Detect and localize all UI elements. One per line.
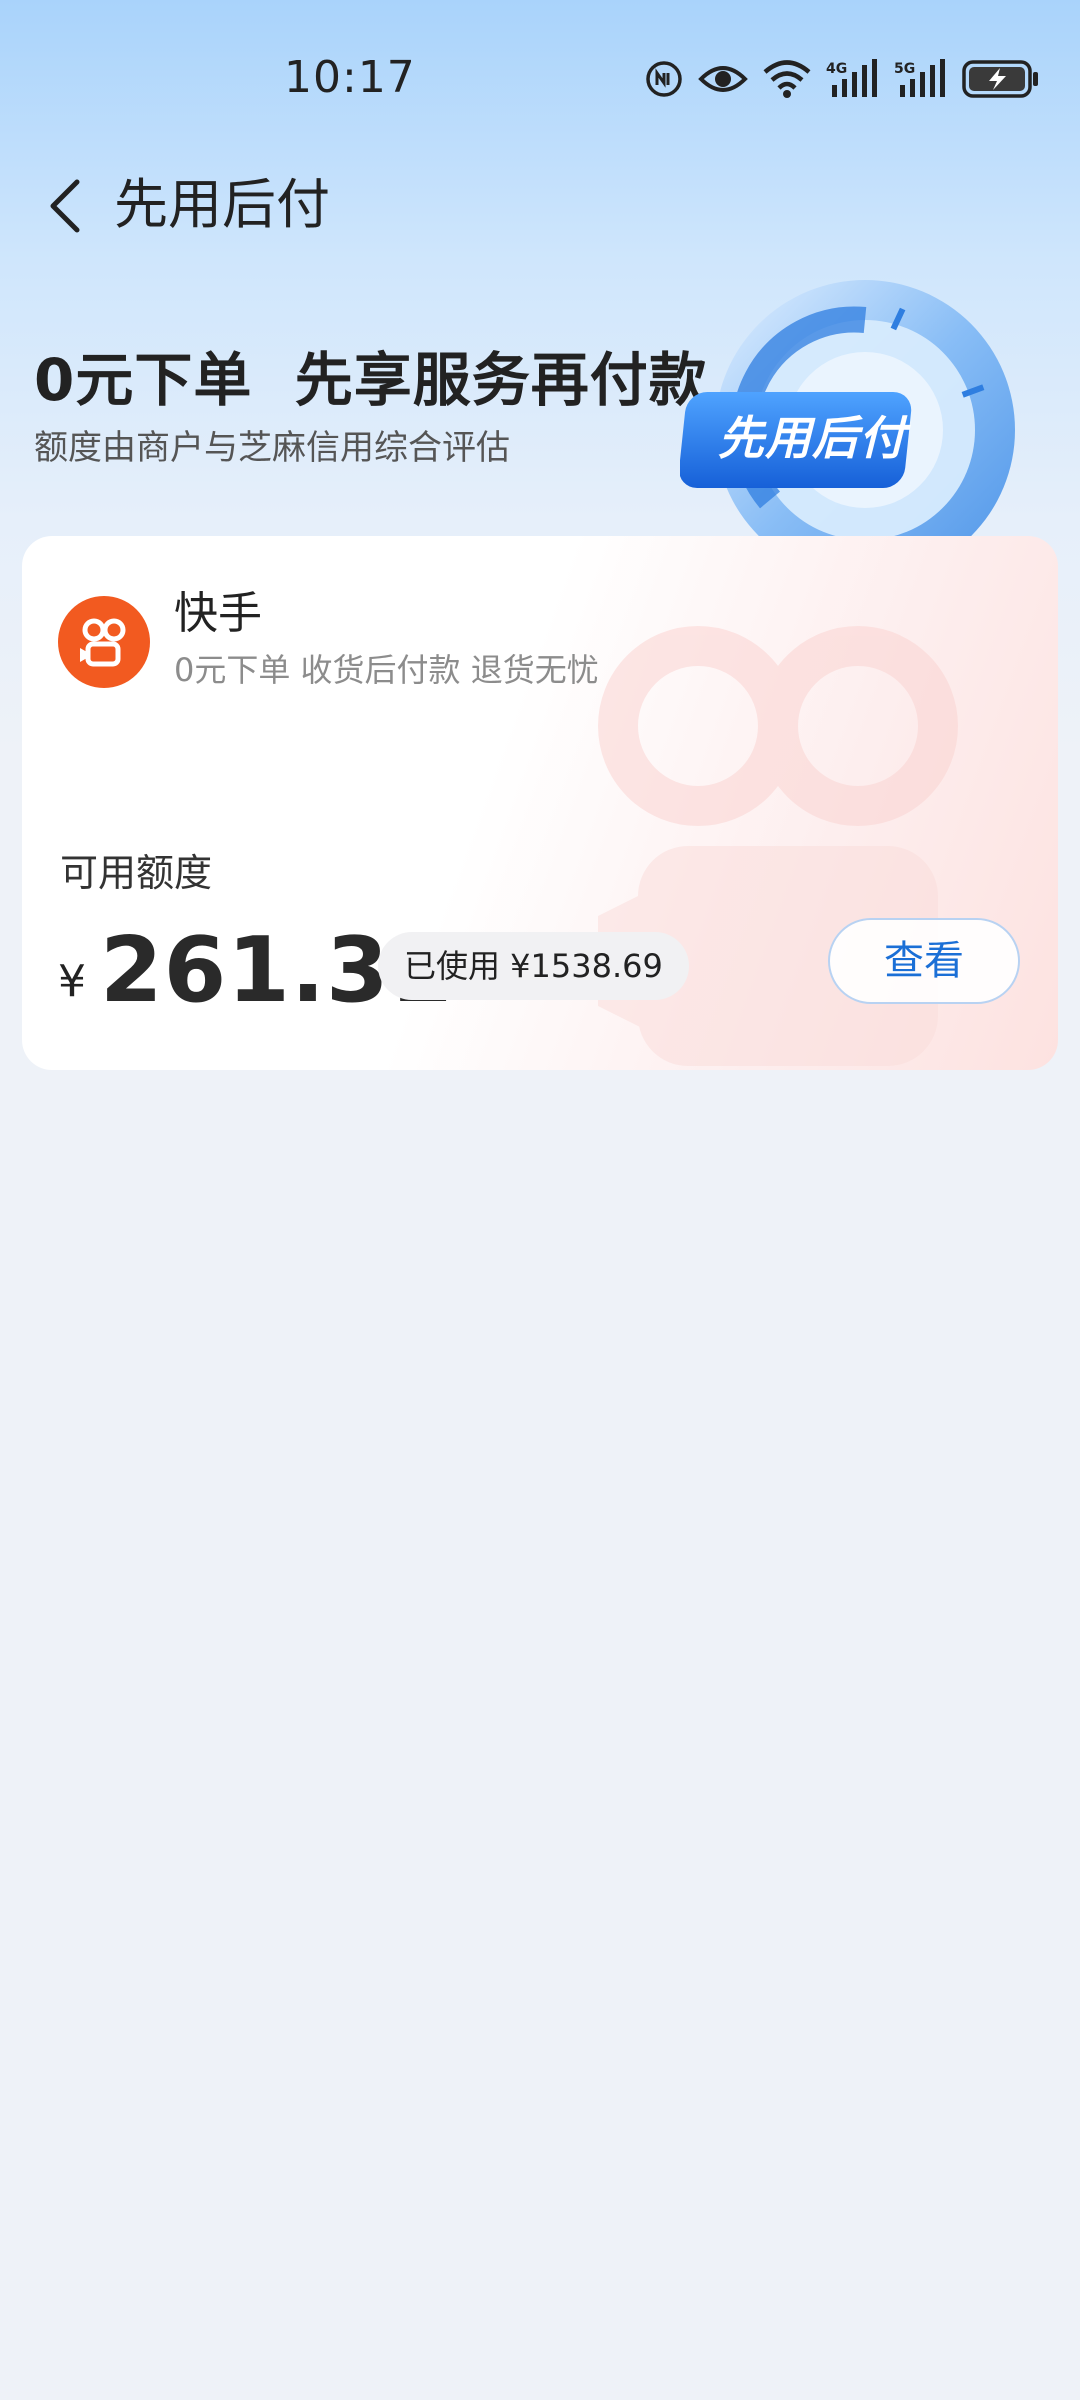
chevron-left-icon	[50, 179, 80, 233]
header: 先用后付	[0, 160, 1080, 250]
merchant-credit-card[interactable]: 快手 0元下单 收货后付款 退货无忧 可用额度 ¥ 261.31 已使用 ¥15…	[22, 536, 1058, 1070]
used-amount-badge: 已使用 ¥1538.69	[378, 932, 689, 1000]
status-bar: 10:17 4G 5G	[0, 0, 1080, 150]
merchant-name: 快手	[174, 588, 262, 639]
page-title: 先用后付	[114, 173, 330, 236]
hero-title: 0元下单 先享服务再付款	[34, 346, 708, 414]
status-time: 10:17	[284, 52, 416, 103]
svg-text:5G: 5G	[894, 61, 915, 77]
svg-text:4G: 4G	[826, 61, 847, 77]
signal-5g-icon: 5G	[894, 59, 945, 97]
merchant-description: 0元下单 收货后付款 退货无忧	[174, 651, 599, 689]
view-button[interactable]: 查看	[828, 918, 1020, 1004]
status-icons: 4G 5G	[644, 56, 1040, 102]
wifi-icon	[763, 60, 811, 98]
currency-symbol: ¥	[58, 956, 86, 1007]
available-credit-label: 可用额度	[60, 851, 213, 895]
back-button[interactable]	[30, 168, 100, 244]
kuaishou-logo-icon	[58, 596, 150, 688]
eye-icon	[698, 66, 748, 92]
hero-badge-illustration: 先用后付	[679, 270, 1040, 580]
hero-badge-label: 先用后付	[718, 411, 906, 465]
signal-4g-icon: 4G	[826, 59, 877, 97]
hero-subtitle: 额度由商户与芝麻信用综合评估	[34, 428, 510, 468]
battery-charging-icon	[962, 60, 1038, 98]
nfc-icon	[646, 61, 682, 97]
